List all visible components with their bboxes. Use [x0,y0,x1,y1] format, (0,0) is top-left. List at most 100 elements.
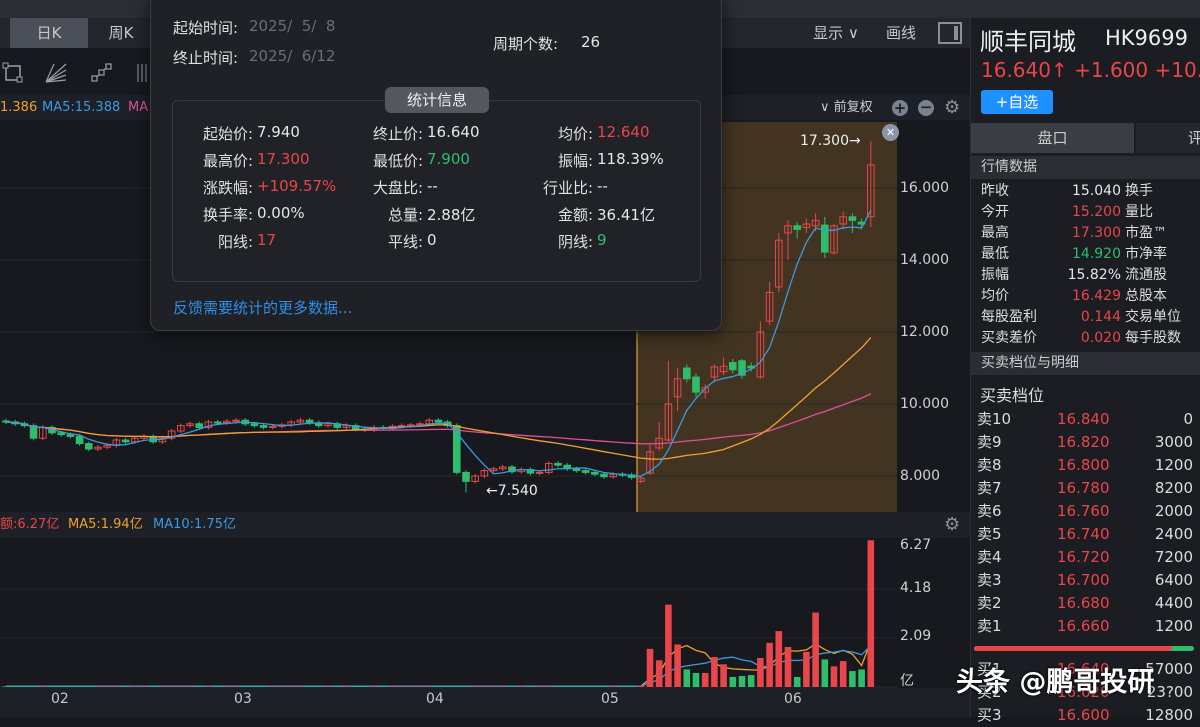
volume-bar [481,686,488,687]
amount-legend: 额:6.27亿 [0,517,60,532]
fan-tool-icon[interactable] [44,62,68,84]
stat-value: 17 [257,231,277,249]
volume-bar [287,686,295,687]
candle-up [710,366,719,378]
volume-bar [747,675,755,687]
candle-down [75,435,84,445]
add-watchlist-button[interactable]: +自选 [981,90,1053,114]
display-dropdown[interactable]: 显示 ∨ [800,18,872,48]
level-label: 卖4 [977,548,1002,566]
volume-bar [545,686,553,687]
volume-bar [76,686,83,687]
volume-bar [453,686,461,687]
sell-order-row[interactable]: 卖10 16.840 0 [977,408,1193,431]
sell-order-row[interactable]: 卖9 16.820 3000 [977,431,1193,454]
date-tick: 03 [234,691,252,707]
level-price: 16.760 [1057,502,1110,520]
price-tick: 10.000 [900,396,949,412]
layout-toggle-icon[interactable] [938,22,962,44]
buy-order-row[interactable]: 买3 16.600 12800 [977,704,1193,727]
tab-week-k[interactable]: 周K [90,18,152,48]
volume-bar [646,648,654,687]
quote-value: 0.020 [1080,330,1121,346]
volume-bar [628,686,635,687]
volume-bar [195,686,203,687]
quote-label: 每股盈利 [981,309,1037,325]
volume-bar [2,686,10,687]
sell-order-row[interactable]: 卖4 16.720 7200 [977,546,1193,569]
sell-order-row[interactable]: 卖2 16.680 4400 [977,592,1193,615]
tab-quote[interactable]: 盘口 [971,123,1134,153]
stat-value: 17.300 [257,150,310,168]
level-label: 卖10 [977,410,1012,428]
volume-bar [379,686,387,687]
sell-order-row[interactable]: 卖5 16.740 2400 [977,523,1193,546]
stat-value: 16.640 [427,123,480,141]
stat-value: 0.00% [257,204,305,222]
level-label: 卖3 [977,571,1002,589]
rectangle-tool-icon[interactable] [2,62,24,84]
quote-label: 均价 [981,288,1009,304]
draw-button[interactable]: 画线 [876,18,926,48]
level-price: 16.720 [1057,548,1110,566]
sell-order-row[interactable]: 卖6 16.760 2000 [977,500,1193,523]
sell-order-row[interactable]: 卖8 16.800 1200 [977,454,1193,477]
quote-section-header: 行情数据 [971,156,1200,179]
close-selection-icon[interactable]: ✕ [882,124,899,141]
parallel-lines-tool-icon[interactable] [136,62,148,84]
level-qty: 2400 [1154,525,1193,543]
quote-value: 0.144 [1080,309,1121,325]
range-statistics-popup: 起始时间: 2025/ 5/ 8 终止时间: 2025/ 6/12 周期个数: … [150,0,722,331]
level-qty: 2000 [1154,502,1193,520]
stat-label: 换手率: [202,206,253,224]
volume-bar [389,686,396,687]
volume-bar [352,686,359,687]
stat-label: 最低价: [372,152,423,170]
chevron-down-icon: ∨ [820,100,834,115]
panel-top-strip [971,0,1200,18]
adjust-dropdown[interactable]: ∨ 前复权 [820,95,873,120]
volume-bar [711,657,718,687]
candle-down [66,434,75,437]
volume-bar [223,686,231,687]
candle-up [489,468,498,472]
tab-day-k[interactable]: 日K [10,18,88,48]
tab-comments[interactable]: 评论 [1136,123,1200,153]
settings-gear-icon[interactable]: ⚙ [944,512,960,538]
stat-label: 阳线: [217,233,253,251]
quote-label: 市净率 [1125,246,1167,262]
volume-bar [830,666,838,687]
sell-order-row[interactable]: 卖3 16.700 6400 [977,569,1193,592]
sell-order-row[interactable]: 卖7 16.780 8200 [977,477,1193,500]
quote-label: 流通股 [1125,267,1167,283]
zoom-out-icon[interactable]: − [918,100,934,116]
quote-label: 买卖差价 [981,330,1037,346]
polyline-tool-icon[interactable] [90,62,114,84]
quote-label: 总股本 [1125,288,1167,304]
volume-bar [251,686,258,687]
ma5-legend: MA5:15.388 [42,100,121,115]
feedback-link[interactable]: 反馈需要统计的更多数据... [173,297,352,318]
zoom-in-icon[interactable]: + [892,100,908,116]
volume-bar [48,686,56,687]
volume-bar [343,686,350,687]
quote-value: 15.200 [1072,204,1121,220]
volume-bar [665,604,672,687]
quote-label: 换手 [1125,183,1153,199]
level-price: 16.700 [1057,571,1110,589]
volume-bar [766,642,773,687]
volume-bar [573,686,580,687]
quote-row: 最高 17.300 市盈™ [981,223,1200,244]
quote-label: 昨收 [981,183,1009,199]
quote-row: 昨收 15.040 换手 [981,181,1200,202]
candle-down [581,470,590,473]
level-price: 16.660 [1057,617,1110,635]
volume-bar [858,669,865,687]
settings-gear-icon[interactable]: ⚙ [944,95,960,120]
sell-order-row[interactable]: 卖1 16.660 1200 [977,615,1193,638]
candle-up [480,470,489,477]
period-count-value: 26 [581,33,601,51]
candle-up [545,462,553,473]
volume-bar [600,686,608,687]
volume-bar [775,631,783,687]
